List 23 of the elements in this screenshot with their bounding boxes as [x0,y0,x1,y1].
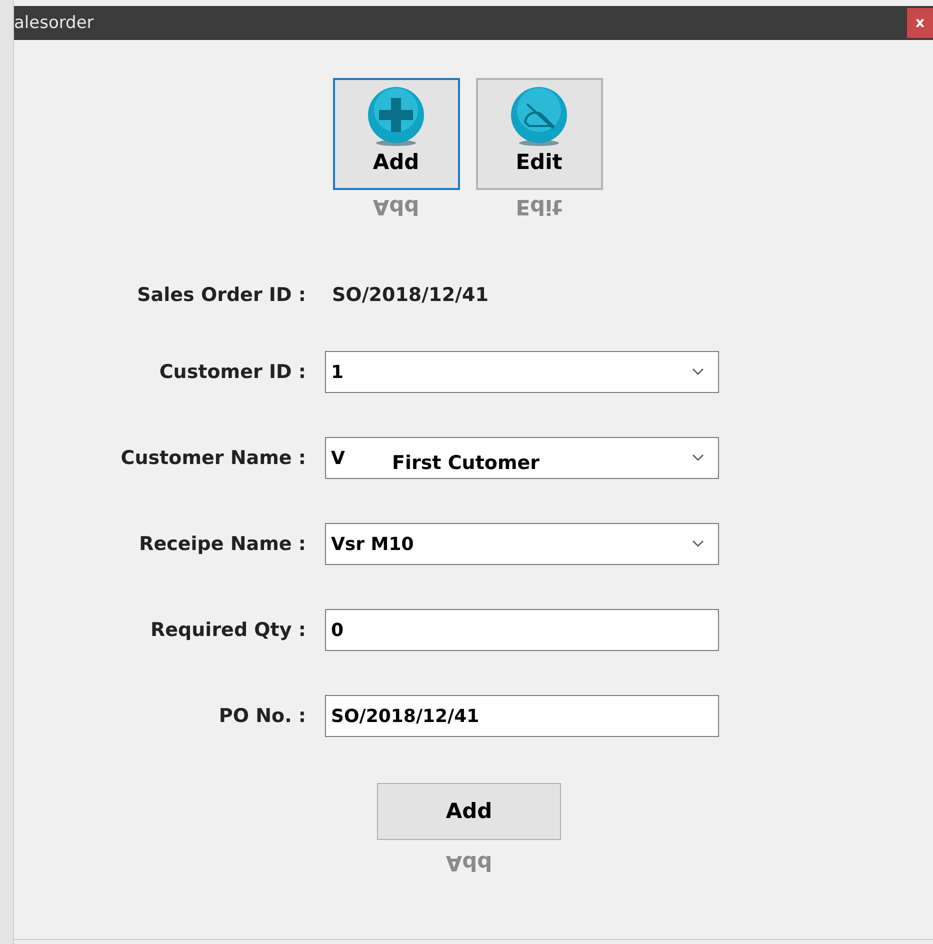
toolbar-button[interactable]: Edit [476,78,602,190]
window-title: alesorder [14,14,94,32]
field-label: Customer Name : [120,446,306,471]
order-id-value: SO/2018/12/41 [332,282,488,308]
dropdown-field[interactable]: 1 [325,351,719,393]
field-label: Sales Order ID : [136,282,306,308]
dropdown-field[interactable]: V First Cutomer [325,437,719,479]
field-label: Required Qty : [150,618,306,643]
dropdown-field[interactable]: Vsr M10 [325,523,719,565]
input-field[interactable]: 0 [325,609,719,651]
chevron-down-icon [692,454,704,462]
chevron-down-icon [692,540,704,548]
toolbar-button[interactable]: Add [332,78,460,190]
button-reflection: Add [372,196,420,217]
field-label: Receipe Name : [138,532,306,557]
button-reflection: Edit [516,196,562,217]
field-label: PO No. : [218,704,306,729]
add-button[interactable]: Add [377,783,561,840]
input-field[interactable]: SO/2018/12/41 [325,695,719,737]
field-label: Customer ID : [158,360,306,385]
chevron-down-icon [692,368,704,376]
close-button[interactable]: x [907,8,933,38]
button-reflection: Add [446,852,492,873]
